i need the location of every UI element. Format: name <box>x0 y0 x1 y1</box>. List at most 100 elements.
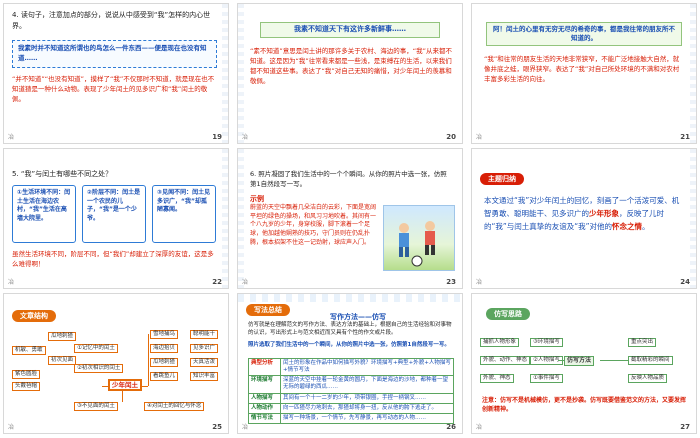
corner-mark: 冶 <box>242 134 249 141</box>
slide-number: 20 <box>446 133 456 141</box>
slide-number: 27 <box>680 423 690 431</box>
section-badge: 文章结构 <box>12 310 56 322</box>
mindmap-connector <box>102 386 108 387</box>
corner-mark: 冶 <box>476 279 483 286</box>
mindmap-trait: 见多识广 <box>190 344 219 354</box>
mindmap-connector <box>122 391 123 402</box>
table-cell-value: 向一匹猹尽力地刺去，那猹却将身一扭，反从他的胯下逃走了。 <box>280 402 454 414</box>
question-title: 5. “我”与闰土有哪些不同之处？ <box>12 170 113 178</box>
summary-highlight-2: 怀念之情 <box>612 221 643 231</box>
table-cell-value: 描写一种场景，一个情节，先写静景，再写动态的人物…… <box>280 412 454 424</box>
slide-thumbnail-26[interactable]: 写法总结 写作方法——仿写 仿写就是在理解范文的写作方法、表达方法的基础上，根据… <box>237 293 463 434</box>
mindmap-left-node: 头戴毡帽 <box>12 382 41 392</box>
mindmap-left-node: 外貌、动作、神态 <box>480 356 531 366</box>
mindmap-right-node: 雪地捕鸟 <box>150 330 179 340</box>
mindmap-left-node: 机敏、勇敢 <box>12 346 46 356</box>
mindmap-connector <box>558 360 564 361</box>
analysis-text: “并不知道”“也没有知道”，摸样了“我”不仅那时不知道，就是现在也不知道猹是一种… <box>12 75 215 104</box>
difference-card-2: ②阶层不同：闰土是一个农民的儿子，“我”是一个少爷。 <box>82 185 146 243</box>
corner-mark: 冶 <box>476 134 483 141</box>
decor-stripe <box>690 4 696 143</box>
slide-thumbnail-24[interactable]: 主题归纳 本文通过“我”对少年闰土的回忆，刻画了一个活泼可爱、机智勇敢、聪明能干… <box>471 148 697 289</box>
mindmap-connector <box>600 360 628 361</box>
slide-number: 26 <box>446 423 456 431</box>
slide-thumbnail-21[interactable]: 阿！闰土的心里有无穷无尽的希奇的事，都是我往常的朋友所不知道的。 “我”和往常的… <box>471 3 697 144</box>
mindmap-connector <box>140 386 148 387</box>
slide-thumbnail-25[interactable]: 文章结构 少年闰土 瓜地刺猹 初次见面 紫色圆脸 头戴毡帽 机敏、勇敢 ①记忆中… <box>3 293 229 434</box>
mindmap-left-node: 瓜地刺猹 <box>48 332 77 342</box>
mindmap-right-node: 海边拾贝 <box>150 344 179 354</box>
table-cell-label: 典型分析 <box>248 357 281 377</box>
corner-mark: 冶 <box>8 424 15 431</box>
slide-thumbnail-27[interactable]: 仿写思路 仿写方法 捕抓人物形象 外貌、动作、神态 外貌、神态 ③环境描写 ②人… <box>471 293 697 434</box>
slide-thumbnail-19[interactable]: 4. 读句子，注意加点的部分，说说从中感受到“我”怎样的内心世界。 我素时并不知… <box>3 3 229 144</box>
soccer-kids-icon <box>399 221 435 267</box>
quote-banner: 我素不知道天下有这许多新鲜事…… <box>260 22 440 38</box>
mindmap-center: 少年闰土 <box>108 379 142 392</box>
table-row: 环境描写 深蓝的天空中挂着一轮金黄的圆月，下面是海边的沙地，都种着一望无际的碧绿… <box>248 375 454 394</box>
mindmap-right-node: 重点突出 <box>628 338 657 348</box>
mindmap-left-node: 外貌、神态 <box>480 374 514 384</box>
slide-thumbnail-23[interactable]: 6. 照片凝固了我们生活中的一个个瞬间。从你的照片中选一张，仿照第1自然段写一写… <box>237 148 463 289</box>
mindmap-trait: 聪明能干 <box>190 330 219 340</box>
mindmap-right-node: 看跳鱼儿 <box>150 372 179 382</box>
analysis-text: “我”和往常的朋友生活的天地非常狭窄，不能广泛地接触大自然，就像井底之蛙，眼界狭… <box>484 55 680 84</box>
mindmap-branch: ①记忆中的闰土 <box>74 344 118 354</box>
corner-mark: 冶 <box>476 424 483 431</box>
decor-stripe <box>238 4 244 143</box>
table-row: 典型分析 闰土的形象在作品中如何描写外貌？环境描写+典型+外貌+人物描写+情节写… <box>248 357 454 377</box>
note-text: 注意：仿写不是机械模仿，更不是抄袭。仿写既要借鉴范文的方法，又要发挥创新精神。 <box>482 397 687 413</box>
mindmap-branch: ①事件描写 <box>530 374 563 384</box>
table-cell-value: 深蓝的天空中挂着一轮金黄的圆月，下面是海边的沙地，都种着一望无际的碧绿的西瓜…… <box>280 375 454 394</box>
mindmap-branch: ②初次相识的闰土 <box>74 364 124 374</box>
corner-mark: 冶 <box>242 424 249 431</box>
mindmap-branch: ③不见面的闰土 <box>74 402 118 412</box>
theme-summary: 本文通过“我”对少年闰土的回忆，刻画了一个活泼可爱、机智勇敢、聪明能干、见多识广… <box>484 195 682 233</box>
question-title: 6. 照片凝固了我们生活中的一个个瞬间。从你的照片中选一张，仿照第1自然段写一写… <box>250 170 447 189</box>
question-title: 4. 读句子，注意加点的部分，说说从中感受到“我”怎样的内心世界。 <box>12 11 211 30</box>
corner-mark: 冶 <box>242 279 249 286</box>
table-row: 情节写法 描写一种场景，一个情节，先写静景，再写动态的人物…… <box>248 412 454 424</box>
table-cell-value: 其间有一个十一二岁的少年，项带银圈，手捏一柄钢叉…… <box>280 392 454 404</box>
difference-card-3: ③见闻不同：闰土见多识广，“我”却孤陋寡闻。 <box>152 185 216 243</box>
corner-mark: 冶 <box>8 134 15 141</box>
corner-mark: 冶 <box>8 279 15 286</box>
decor-stripe <box>238 149 244 288</box>
slide-number: 19 <box>212 133 222 141</box>
method-intro: 仿写就是在理解范文的写作方法、表达方法的基础上，根据自己的生活经验和对事物的认识… <box>248 322 452 336</box>
slide-number: 21 <box>680 133 690 141</box>
section-badge: 主题归纳 <box>480 173 524 185</box>
mindmap-branch: ④对闰土的回忆与怀念 <box>144 402 205 412</box>
table-cell-label: 人物描写 <box>248 392 281 404</box>
decor-stripe <box>222 4 228 143</box>
mindmap-left-node: 初次见面 <box>48 356 77 366</box>
decor-stripe <box>238 294 462 302</box>
method-step: 照片选取了我们生活中的一个瞬间，从你的照片中选一张，仿照第1自然段写一写。 <box>248 342 450 348</box>
table-row: 人物描写 其间有一个十一二岁的少年，项带银圈，手捏一柄钢叉…… <box>248 392 454 404</box>
slide-thumbnail-20[interactable]: 我素不知道天下有这许多新鲜事…… “素不知道”意思是闰土讲的那许多关于农村、海边… <box>237 3 463 144</box>
mindmap-left-node: 捕抓人物形象 <box>480 338 520 348</box>
mindmap-trait: 知识丰富 <box>190 372 219 382</box>
table-cell-label: 情节写法 <box>248 412 281 424</box>
mindmap-branch: ③环境描写 <box>530 338 563 348</box>
mindmap-right-node: 瓜地刺猹 <box>150 358 179 368</box>
mindmap-trait: 天真活泼 <box>190 358 219 368</box>
summary-highlight-1: 少年形象 <box>589 208 619 218</box>
quote-box: 我素时并不知道这所谓也的鸟怎么一件东西——便是现在也没有知道…… <box>12 40 217 68</box>
slide-number: 23 <box>446 278 456 286</box>
mindmap-left-node: 紫色圆脸 <box>12 370 41 380</box>
mindmap-right-node: 反映人物品质 <box>628 374 668 384</box>
method-table: 典型分析 闰土的形象在作品中如何描写外貌？环境描写+典型+外貌+人物描写+情节写… <box>248 357 454 424</box>
conclusion-text: 虽然生活环境不同，阶层不同，但“我们”却建立了深厚的友谊，这是多么难得啊！ <box>12 250 214 269</box>
difference-card-1: ①生活环境不同：闰土生活在海边农村，“我”生活在高墙大院里。 <box>12 185 76 243</box>
example-text: 蔚蓝的天空中飘着几朵洁白的云彩，下面是宽阔平坦的绿色的操场，和风习习地吹着。其间… <box>250 204 377 246</box>
decor-stripe <box>222 149 228 288</box>
slide-number: 22 <box>212 278 222 286</box>
analysis-text: “素不知道”意思是闰土讲的那许多关于农村、海边的事，“我”从来都不知道。这是因为… <box>250 47 452 86</box>
mindmap-center: 仿写方法 <box>564 356 595 366</box>
slide-thumbnail-22[interactable]: 5. “我”与闰土有哪些不同之处？ ①生活环境不同：闰土生活在海边农村，“我”生… <box>3 148 229 289</box>
section-badge: 写法总结 <box>246 304 290 316</box>
mindmap-connector <box>148 334 149 386</box>
table-cell-label: 人物动作 <box>248 402 281 414</box>
slide-number: 24 <box>680 278 690 286</box>
